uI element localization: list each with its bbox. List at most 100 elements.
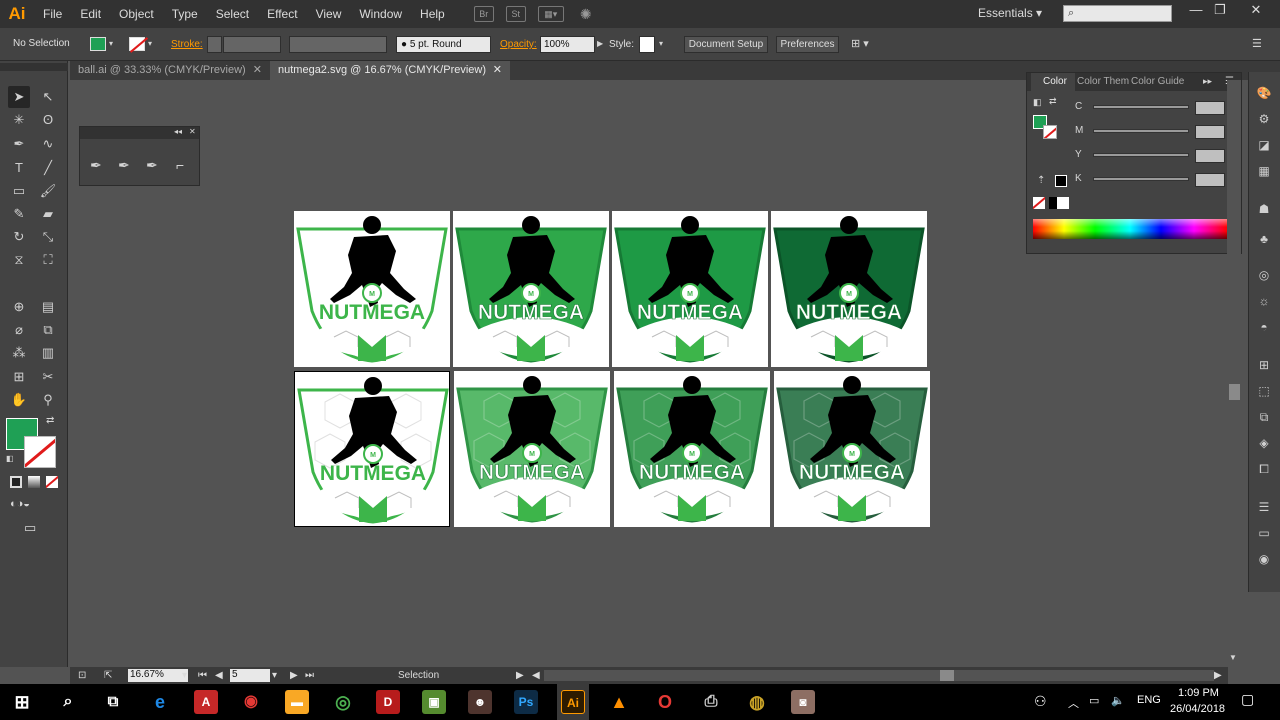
c-value-field[interactable] bbox=[1195, 101, 1225, 115]
pen-tool-icon[interactable]: ✒ bbox=[90, 157, 102, 174]
add-anchor-point-tool-icon[interactable]: ✒ bbox=[118, 157, 130, 174]
white-quick-swatch[interactable] bbox=[1057, 197, 1069, 209]
task-view-icon[interactable]: ⧉ bbox=[101, 690, 125, 714]
workspace-switcher[interactable]: Essentials ▾ bbox=[978, 6, 1042, 20]
clock-time[interactable]: 1:09 PM bbox=[1178, 687, 1219, 699]
artboard-dropdown-icon[interactable]: ▾ bbox=[272, 670, 277, 681]
stroke-panel-icon[interactable]: ◎ bbox=[1254, 268, 1274, 286]
menu-view[interactable]: View bbox=[307, 0, 351, 28]
artboard-3[interactable]: M NUTMEGA bbox=[612, 211, 768, 367]
artboard-4[interactable]: M NUTMEGA bbox=[771, 211, 927, 367]
panel-menu-icon[interactable]: ☰ bbox=[1252, 37, 1262, 50]
arrange-options-icon[interactable]: ⊞ ▾ bbox=[851, 37, 869, 50]
eyedropper-tool-icon[interactable]: ⌀ bbox=[8, 319, 30, 341]
stock-icon[interactable]: St bbox=[505, 6, 526, 22]
opacity-field[interactable]: 100% bbox=[540, 36, 595, 53]
arrange-documents-icon[interactable]: ▦▾ bbox=[537, 6, 564, 22]
k-value-field[interactable] bbox=[1195, 173, 1225, 187]
blend-tool-icon[interactable]: ⧉ bbox=[37, 319, 59, 341]
photo-app-icon[interactable]: ◙ bbox=[791, 690, 815, 714]
horizontal-scroll-thumb[interactable] bbox=[940, 670, 954, 681]
previous-artboard-icon[interactable]: ◀ bbox=[215, 670, 223, 681]
appearance-icon[interactable]: ◉ bbox=[1254, 552, 1274, 570]
lasso-tool-icon[interactable]: ʘ bbox=[37, 109, 59, 131]
shape-builder-tool-icon[interactable]: ⊕ bbox=[8, 296, 30, 318]
restore-button[interactable]: ❐ bbox=[1209, 2, 1231, 18]
vlc-icon[interactable]: ▲ bbox=[607, 690, 631, 714]
graphic-style-swatch[interactable] bbox=[639, 36, 655, 53]
document-setup-button[interactable]: Document Setup bbox=[684, 36, 768, 53]
chrome-icon[interactable]: ◎ bbox=[331, 690, 355, 714]
rotate-tool-icon[interactable]: ↻ bbox=[8, 226, 30, 248]
edge-icon[interactable]: e bbox=[148, 690, 172, 714]
layers-icon[interactable]: ◈ bbox=[1254, 436, 1274, 454]
pen-tool-icon[interactable]: ✒ bbox=[8, 133, 30, 155]
style-dropdown-icon[interactable]: ▾ bbox=[659, 39, 663, 48]
zoom-tool-icon[interactable]: ⚲ bbox=[37, 389, 59, 411]
transparency-icon[interactable]: ◓ bbox=[1254, 320, 1274, 338]
close-icon[interactable]: ✕ bbox=[493, 61, 502, 80]
tab-ball-ai[interactable]: ball.ai @ 33.33% (CMYK/Preview) ✕ bbox=[70, 61, 270, 80]
vertical-scrollbar[interactable] bbox=[1227, 80, 1241, 668]
brushes-icon[interactable]: ☗ bbox=[1254, 202, 1274, 220]
stroke-dropdown-icon[interactable]: ▾ bbox=[148, 39, 152, 48]
menu-effect[interactable]: Effect bbox=[258, 0, 306, 28]
photoshop-icon[interactable]: Ps bbox=[514, 690, 538, 714]
scroll-right-icon[interactable]: ▶ bbox=[1214, 670, 1222, 681]
stroke-weight-field[interactable] bbox=[223, 36, 281, 53]
show-hidden-icons-icon[interactable]: ︿ bbox=[1068, 695, 1079, 711]
close-icon[interactable]: ✕ bbox=[253, 61, 262, 80]
graph-tool-icon[interactable]: ▥ bbox=[37, 342, 59, 364]
tab-color[interactable]: Color bbox=[1031, 73, 1075, 91]
type-tool-icon[interactable]: T bbox=[8, 157, 30, 179]
people-icon[interactable]: ⚇ bbox=[1034, 693, 1047, 710]
tab-nutmega2-svg[interactable]: nutmega2.svg @ 16.67% (CMYK/Preview) ✕ bbox=[270, 61, 510, 80]
share-icon[interactable]: ⇱ bbox=[104, 670, 112, 681]
panel-stroke-swatch[interactable] bbox=[1043, 125, 1057, 139]
line-tool-icon[interactable]: ╱ bbox=[37, 157, 59, 179]
close-window-button[interactable]: ✕ bbox=[1245, 2, 1267, 18]
opacity-label[interactable]: Opacity: bbox=[500, 39, 537, 50]
horizontal-scrollbar[interactable] bbox=[544, 670, 1214, 681]
paragraph-icon[interactable]: ▭ bbox=[1254, 526, 1274, 544]
game-icon[interactable]: ☻ bbox=[468, 690, 492, 714]
m-slider[interactable] bbox=[1093, 129, 1189, 133]
symbols-icon[interactable]: ♣ bbox=[1254, 232, 1274, 250]
swap-icon[interactable]: ⇄ bbox=[1049, 96, 1057, 107]
color-guide-icon[interactable]: ◪ bbox=[1254, 138, 1274, 156]
search-icon[interactable]: ⌕ bbox=[56, 690, 80, 714]
collapse-icon[interactable]: ◂◂ bbox=[174, 127, 182, 136]
opacity-arrow-icon[interactable]: ▶ bbox=[597, 39, 603, 48]
selection-tool-icon[interactable]: ➤ bbox=[8, 86, 30, 108]
minimize-button[interactable]: — bbox=[1185, 2, 1207, 17]
gradient-mode-icon[interactable] bbox=[28, 476, 40, 488]
color-themes-icon[interactable]: ⚙ bbox=[1254, 112, 1274, 130]
character-icon[interactable]: ☰ bbox=[1254, 500, 1274, 518]
zoom-dropdown-icon[interactable]: ▾ bbox=[182, 670, 187, 681]
black-swatch[interactable] bbox=[1055, 175, 1067, 187]
zoom-level-field[interactable]: 16.67% bbox=[128, 669, 188, 682]
file-explorer-icon[interactable]: ▬ bbox=[285, 690, 309, 714]
artboard-1[interactable]: M NUTMEGA bbox=[294, 211, 450, 367]
preferences-button[interactable]: Preferences bbox=[776, 36, 839, 53]
fill-swatch[interactable] bbox=[90, 37, 106, 51]
printer-icon[interactable]: ⎙ bbox=[699, 690, 723, 714]
k-slider[interactable] bbox=[1093, 177, 1189, 181]
notifications-icon[interactable]: ▢ bbox=[1241, 691, 1254, 708]
brush-definition-field[interactable]: ● 5 pt. Round bbox=[396, 36, 491, 53]
rectangle-tool-icon[interactable]: ▭ bbox=[8, 180, 30, 202]
width-tool-icon[interactable]: ⧖ bbox=[8, 249, 30, 271]
panel-expand-icon[interactable]: ▸▸ bbox=[1203, 76, 1212, 87]
pencil-tool-icon[interactable]: ✎ bbox=[8, 203, 30, 225]
default-colors-icon[interactable]: ◧ bbox=[6, 454, 14, 463]
tab-color-guide[interactable]: Color Guide bbox=[1131, 73, 1184, 91]
artboard-7[interactable]: M NUTMEGA bbox=[614, 371, 770, 527]
hand-tool-icon[interactable]: ✋ bbox=[8, 389, 30, 411]
scroll-down-icon[interactable]: ▼ bbox=[1229, 653, 1237, 662]
stroke-label[interactable]: Stroke: bbox=[171, 39, 203, 50]
menu-object[interactable]: Object bbox=[110, 0, 163, 28]
status-menu-icon[interactable]: ▶ bbox=[516, 670, 524, 681]
vertical-scroll-thumb[interactable] bbox=[1229, 384, 1240, 400]
artboard-number-field[interactable]: 5 bbox=[230, 669, 270, 682]
color-spectrum-bar[interactable] bbox=[1033, 219, 1227, 239]
